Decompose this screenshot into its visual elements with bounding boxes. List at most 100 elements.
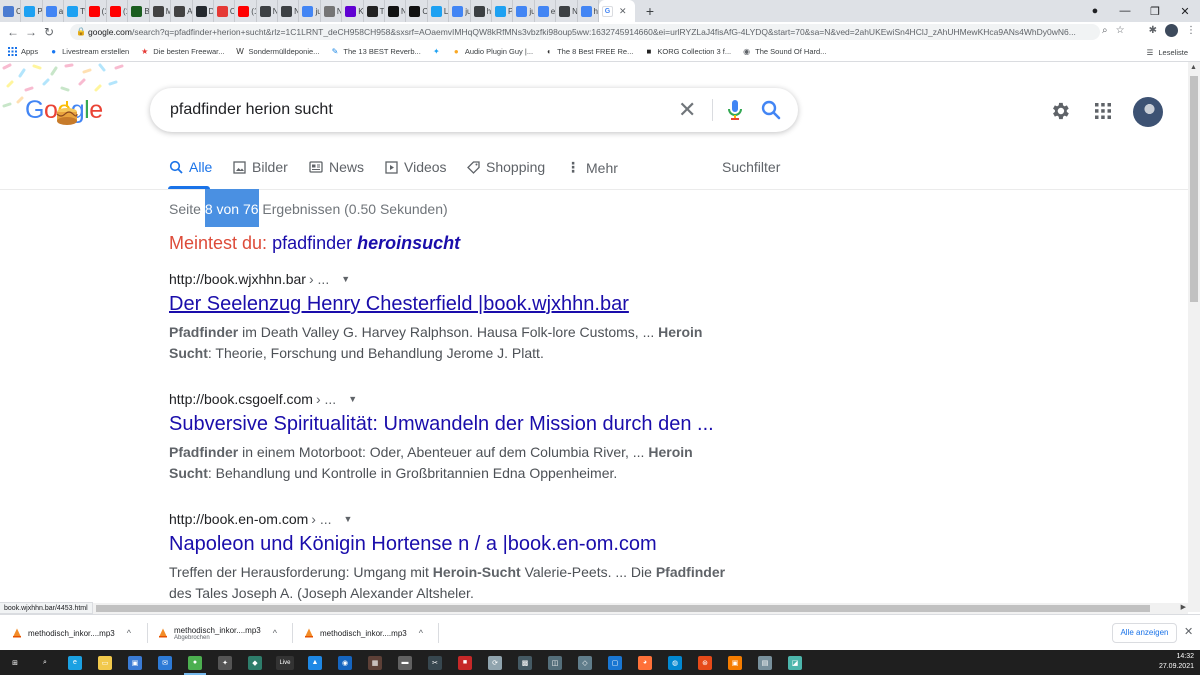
address-bar[interactable]: 🔒 google.com/search?q=pfadfinder+herion+… bbox=[70, 24, 1100, 40]
system-clock[interactable]: 14:32 27.09.2021 bbox=[1159, 652, 1194, 672]
close-tab-icon[interactable]: ✕ bbox=[619, 6, 627, 17]
close-window-icon[interactable]: ✕ bbox=[1170, 5, 1200, 18]
bookmark-item[interactable]: ◖ The 8 Best FREE Re... bbox=[544, 47, 633, 56]
tab-videos[interactable]: Videos bbox=[385, 159, 447, 175]
download-item[interactable]: methodisch_inkor....mp3 ^ bbox=[12, 621, 131, 645]
tab-bilder[interactable]: Bilder bbox=[233, 159, 288, 175]
browser-tab[interactable]: htt bbox=[471, 0, 492, 22]
taskbar-button[interactable]: ◕ bbox=[630, 650, 660, 675]
result-title-link[interactable]: Subversive Spiritualität: Umwandeln der … bbox=[169, 413, 729, 436]
scroll-up-icon[interactable]: ▲ bbox=[1190, 64, 1197, 71]
download-item[interactable]: methodisch_inkor....mp3 ^ bbox=[304, 621, 423, 645]
scroll-right-icon[interactable]: ▶ bbox=[1181, 603, 1186, 611]
microphone-icon[interactable] bbox=[726, 99, 744, 121]
taskbar-button[interactable]: ✦ bbox=[210, 650, 240, 675]
browser-tab[interactable]: her bbox=[578, 0, 599, 22]
scrollbar-thumb[interactable] bbox=[1190, 76, 1198, 302]
taskbar-button[interactable]: ▦ bbox=[360, 650, 390, 675]
result-cite[interactable]: http://book.wjxhhn.bar › ... ▼ bbox=[169, 271, 729, 287]
extensions-icon[interactable]: ✱ bbox=[1149, 25, 1157, 36]
reading-list-button[interactable]: ☰ Leseliste bbox=[1147, 42, 1188, 62]
taskbar-button[interactable]: ▬ bbox=[390, 650, 420, 675]
account-avatar[interactable] bbox=[1133, 97, 1163, 127]
taskbar-button[interactable]: ⊞ bbox=[0, 650, 30, 675]
scrollbar-thumb[interactable] bbox=[96, 605, 1150, 612]
taskbar-button[interactable]: ⟳ bbox=[480, 650, 510, 675]
result-title-link[interactable]: Der Seelenzug Henry Chesterfield |book.w… bbox=[169, 293, 729, 316]
clear-search-icon[interactable]: ✕ bbox=[678, 97, 696, 123]
browser-tab[interactable]: Nil bbox=[321, 0, 343, 22]
result-cite[interactable]: http://book.en-om.com › ... ▼ bbox=[169, 511, 729, 527]
browser-tab[interactable]: juli bbox=[513, 0, 535, 22]
search-icon[interactable] bbox=[760, 99, 782, 121]
search-box[interactable]: pfadfinder herion sucht ✕ bbox=[150, 88, 798, 132]
bookmark-item[interactable]: ● Audio Plugin Guy |... bbox=[452, 47, 533, 56]
taskbar-button[interactable]: ◍ bbox=[660, 650, 690, 675]
result-menu-arrow-icon[interactable]: ▼ bbox=[344, 514, 353, 524]
bookmark-item[interactable]: W Sondermülldeponie... bbox=[236, 47, 319, 56]
browser-tab[interactable]: Cl/ bbox=[406, 0, 428, 22]
new-tab-button[interactable]: + bbox=[641, 0, 659, 22]
browser-tab[interactable]: Lat bbox=[428, 0, 450, 22]
horizontal-scrollbar[interactable]: ▶ bbox=[0, 603, 1188, 614]
browser-tab[interactable]: (10 bbox=[107, 0, 129, 22]
taskbar-button[interactable]: ▲ bbox=[300, 650, 330, 675]
profile-menu-icon[interactable]: ● bbox=[1080, 5, 1110, 17]
browser-tab[interactable]: Tw bbox=[64, 0, 86, 22]
browser-tab[interactable]: Ne bbox=[257, 0, 279, 22]
browser-tab[interactable]: Ch bbox=[0, 0, 22, 22]
browser-tab[interactable]: Ne bbox=[556, 0, 578, 22]
bookmark-item[interactable]: ● Livestream erstellen bbox=[49, 47, 129, 56]
taskbar-button[interactable]: ✉ bbox=[150, 650, 180, 675]
browser-tab[interactable]: (10 bbox=[235, 0, 257, 22]
zoom-icon[interactable]: ⌕ bbox=[1102, 25, 1108, 36]
taskbar-button[interactable]: ▣ bbox=[720, 650, 750, 675]
forward-icon[interactable]: → bbox=[22, 25, 40, 39]
result-menu-arrow-icon[interactable]: ▼ bbox=[348, 394, 357, 404]
bookmark-item[interactable]: ★ Die besten Freewar... bbox=[140, 47, 224, 56]
reload-icon[interactable]: ↻ bbox=[40, 25, 58, 39]
taskbar-button[interactable]: ▤ bbox=[750, 650, 780, 675]
active-tab[interactable]: G ✕ bbox=[598, 0, 635, 22]
browser-tab[interactable]: Be bbox=[128, 0, 150, 22]
browser-tab[interactable]: Pin bbox=[21, 0, 43, 22]
download-item[interactable]: methodisch_inkor....mp3 Abgebrochen ^ bbox=[158, 621, 277, 645]
taskbar-button[interactable]: ▣ bbox=[120, 650, 150, 675]
browser-tab[interactable]: ein bbox=[535, 0, 557, 22]
taskbar-button[interactable]: ◪ bbox=[780, 650, 810, 675]
bookmark-item[interactable]: ◉ The Sound Of Hard... bbox=[742, 47, 826, 56]
browser-tab[interactable]: De bbox=[193, 0, 214, 22]
minimize-icon[interactable]: — bbox=[1110, 5, 1140, 17]
result-title-link[interactable]: Napoleon und Königin Hortense n / a |boo… bbox=[169, 533, 729, 556]
taskbar-button[interactable]: ⌕ bbox=[30, 650, 60, 675]
search-input[interactable]: pfadfinder herion sucht bbox=[170, 101, 333, 119]
result-cite[interactable]: http://book.csgoelf.com › ... ▼ bbox=[169, 391, 729, 407]
browser-tab[interactable]: Ml bbox=[150, 0, 172, 22]
google-apps-icon[interactable] bbox=[1094, 102, 1112, 120]
tab-news[interactable]: News bbox=[309, 159, 364, 175]
bookmark-star-icon[interactable]: ☆ bbox=[1116, 25, 1125, 36]
tab-alle[interactable]: Alle bbox=[169, 159, 212, 175]
browser-tab[interactable]: am bbox=[43, 0, 65, 22]
browser-tab[interactable]: As bbox=[171, 0, 193, 22]
chevron-up-icon[interactable]: ^ bbox=[127, 628, 131, 638]
result-menu-arrow-icon[interactable]: ▼ bbox=[341, 274, 350, 284]
bookmark-item[interactable]: ■ KORG Collection 3 f... bbox=[644, 47, 731, 56]
taskbar-button[interactable]: ▭ bbox=[90, 650, 120, 675]
taskbar-button[interactable]: ● bbox=[180, 650, 210, 675]
tab-shopping[interactable]: Shopping bbox=[467, 159, 545, 175]
apps-bookmark[interactable]: Apps bbox=[8, 47, 38, 56]
browser-tab[interactable]: juli bbox=[299, 0, 321, 22]
browser-tab[interactable]: (10 bbox=[86, 0, 107, 22]
taskbar-button[interactable]: ◫ bbox=[540, 650, 570, 675]
search-filter-button[interactable]: Suchfilter bbox=[722, 159, 780, 175]
browser-tab[interactable]: Cl/ bbox=[214, 0, 236, 22]
browser-tab[interactable]: Pin bbox=[492, 0, 514, 22]
vertical-scrollbar[interactable]: ▲ bbox=[1188, 62, 1200, 612]
bookmark-item[interactable]: ✎ The 13 BEST Reverb... bbox=[330, 47, 421, 56]
chevron-up-icon[interactable]: ^ bbox=[273, 628, 277, 638]
profile-avatar[interactable] bbox=[1165, 24, 1178, 37]
taskbar-button[interactable]: ▢ bbox=[600, 650, 630, 675]
close-download-shelf-icon[interactable]: ✕ bbox=[1184, 625, 1193, 638]
menu-icon[interactable]: ⋮ bbox=[1186, 25, 1196, 36]
